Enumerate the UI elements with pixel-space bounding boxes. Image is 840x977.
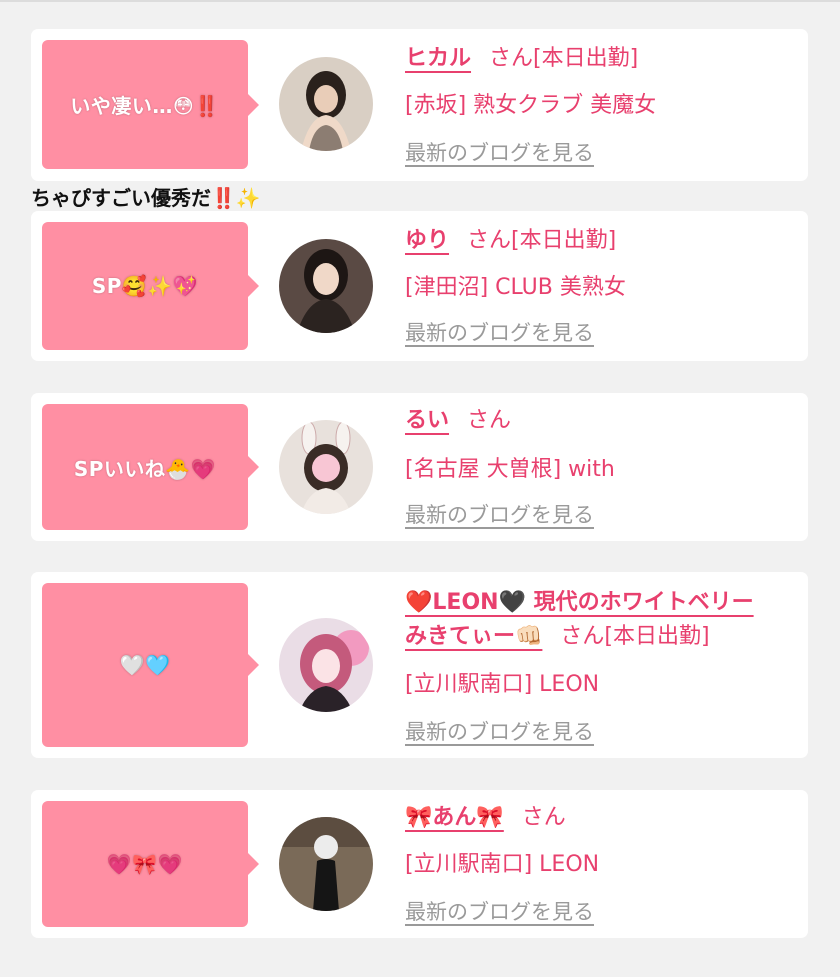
status-label: [本日出勤] xyxy=(604,624,710,649)
girl-name-link[interactable]: ゆり xyxy=(405,228,449,253)
girl-card: 🤍🩵 ❤️LEON🖤 現代のホワイトベリー みきてぃー👊🏻 さん[本日出勤] [立… xyxy=(31,572,808,758)
shop-label: [名古屋 大曽根] with xyxy=(405,457,615,482)
bubble-text: いや凄い…😳‼️ xyxy=(70,94,220,118)
latest-blog-link[interactable]: 最新のブログを見る xyxy=(405,137,594,167)
bubble-text: SP🥰✨💖 xyxy=(91,274,199,298)
latest-blog-link[interactable]: 最新のブログを見る xyxy=(405,317,594,347)
bubble-text: 💗🎀💗 xyxy=(106,852,184,876)
san-label: さん xyxy=(467,228,512,253)
name-row: ❤️LEON🖤 現代のホワイトベリー みきてぃー👊🏻 さん[本日出勤] xyxy=(405,586,754,654)
girl-card: 💗🎀💗 🎀あん🎀 さん [立川駅南口] LEON 最新のブログを見る xyxy=(31,790,808,938)
san-label: さん xyxy=(467,408,512,433)
shop-label: [赤坂] 熟女クラブ 美魔女 xyxy=(405,93,657,118)
status-label: [本日出勤] xyxy=(511,228,617,253)
girl-name-link-line2[interactable]: みきてぃー👊🏻 xyxy=(405,624,542,649)
girl-name-link[interactable]: ヒカル xyxy=(405,46,471,71)
avatar[interactable] xyxy=(279,239,373,333)
name-row: ヒカル さん[本日出勤] xyxy=(405,43,638,75)
san-label: さん xyxy=(560,624,605,649)
san-label: さん xyxy=(521,805,566,830)
girl-name-link[interactable]: 🎀あん🎀 xyxy=(405,805,504,830)
girl-card: いや凄い…😳‼️ ヒカル さん[本日出勤] [赤坂] 熟女クラブ 美魔女 最新のブ… xyxy=(31,29,808,181)
name-row: ゆり さん[本日出勤] xyxy=(405,225,616,257)
avatar[interactable] xyxy=(279,817,373,911)
shop-label: [津田沼] CLUB 美熟女 xyxy=(405,275,626,300)
comment-bubble: いや凄い…😳‼️ xyxy=(42,40,259,169)
name-row: 🎀あん🎀 さん xyxy=(405,802,566,834)
avatar[interactable] xyxy=(279,420,373,514)
comment-bubble: 🤍🩵 xyxy=(42,583,259,747)
latest-blog-link[interactable]: 最新のブログを見る xyxy=(405,896,594,926)
shop-label: [立川駅南口] LEON xyxy=(405,852,600,877)
comment-text: ちゃぴすごい優秀だ‼️✨ xyxy=(31,186,261,210)
latest-blog-link[interactable]: 最新のブログを見る xyxy=(405,499,594,529)
bubble-text: 🤍🩵 xyxy=(119,653,171,677)
latest-blog-link[interactable]: 最新のブログを見る xyxy=(405,716,594,746)
status-label: [本日出勤] xyxy=(533,46,639,71)
girl-card: SPいいね🐣💗 るい さん [名古屋 大曽根] with 最新のブログを見る xyxy=(31,393,808,541)
name-row: るい さん xyxy=(405,405,511,437)
comment-bubble: SPいいね🐣💗 xyxy=(42,404,259,530)
shop-label: [立川駅南口] LEON xyxy=(405,672,600,697)
girl-name-link[interactable]: ❤️LEON🖤 現代のホワイトベリー xyxy=(405,590,754,615)
girl-card: SP🥰✨💖 ゆり さん[本日出勤] [津田沼] CLUB 美熟女 最新のブログを見… xyxy=(31,211,808,361)
comment-bubble: SP🥰✨💖 xyxy=(42,222,259,350)
bubble-text: SPいいね🐣💗 xyxy=(73,456,217,481)
san-label: さん xyxy=(489,46,534,71)
avatar[interactable] xyxy=(279,618,373,712)
comment-bubble: 💗🎀💗 xyxy=(42,801,259,927)
top-divider xyxy=(0,0,840,2)
avatar[interactable] xyxy=(279,57,373,151)
girl-name-link[interactable]: るい xyxy=(405,408,449,433)
